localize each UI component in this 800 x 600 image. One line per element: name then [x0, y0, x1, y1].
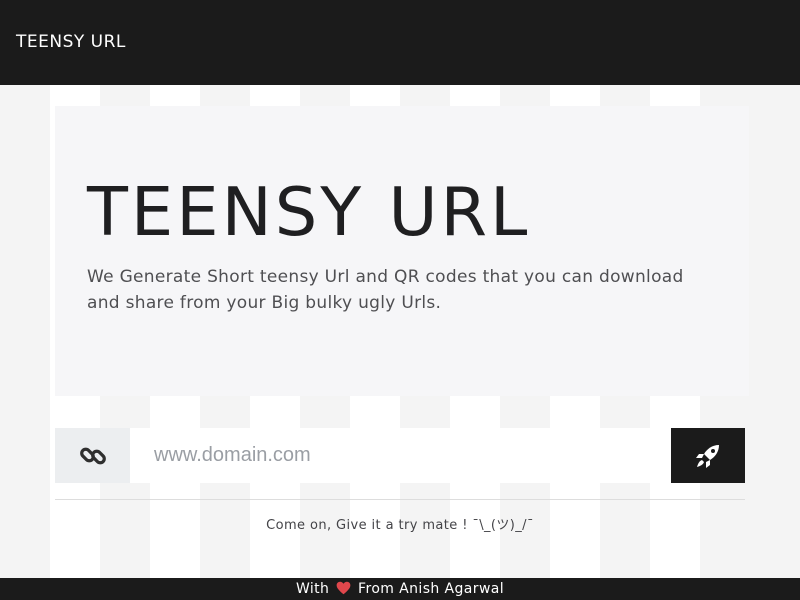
url-shortener-form: [55, 428, 745, 483]
brand-link[interactable]: TEENSY URL: [16, 31, 126, 53]
link-icon: [79, 447, 106, 464]
heart-icon: [336, 581, 351, 595]
footer-text-after: From Anish Agarwal: [358, 581, 505, 597]
hero-title: TEENSY URL: [87, 173, 531, 251]
rocket-icon: [696, 444, 719, 468]
footer-text-before: With: [295, 581, 330, 597]
hero-jumbotron: TEENSY URL We Generate Short teensy Url …: [55, 106, 749, 396]
footer: With From Anish Agarwal: [0, 578, 800, 600]
divider: [55, 499, 745, 500]
hero-description: We Generate Short teensy Url and QR code…: [87, 267, 684, 313]
link-prefix: [55, 428, 130, 483]
navbar: TEENSY URL: [0, 0, 800, 85]
tagline: Come on, Give it a try mate ! ¯\_(ツ)_/¯: [266, 518, 534, 533]
url-input[interactable]: [130, 428, 671, 483]
shorten-submit-button[interactable]: [671, 428, 745, 483]
